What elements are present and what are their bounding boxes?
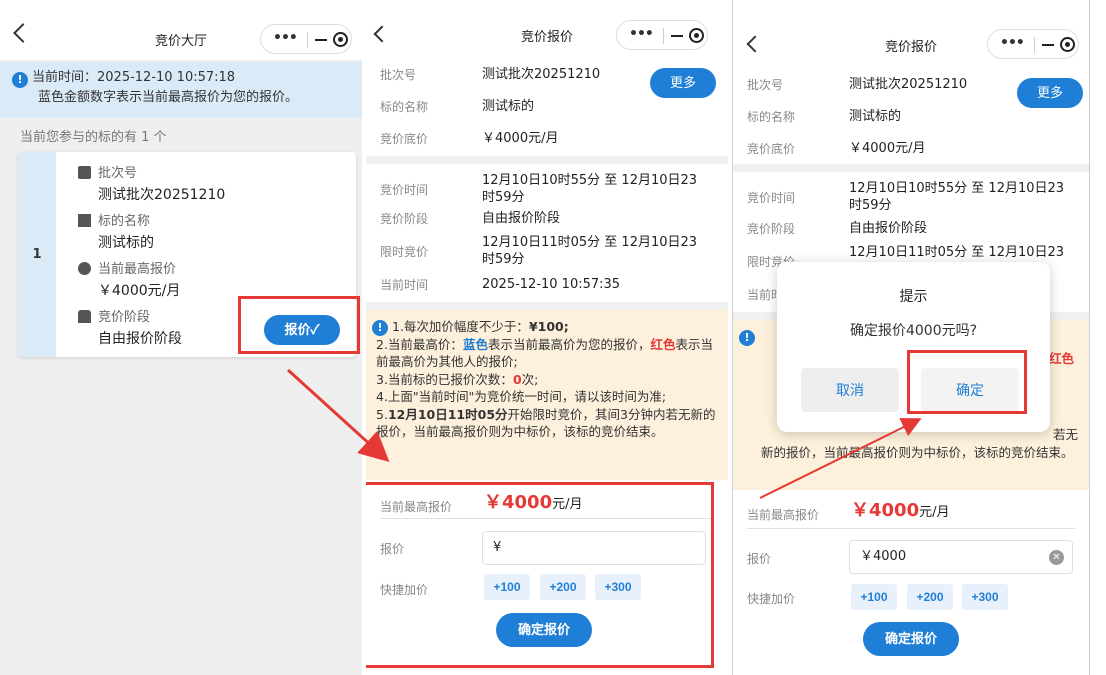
arrow-to-dialog: [759, 418, 922, 499]
annotation-arrows: [286, 368, 922, 499]
arrow-to-bid-form: [286, 368, 390, 463]
